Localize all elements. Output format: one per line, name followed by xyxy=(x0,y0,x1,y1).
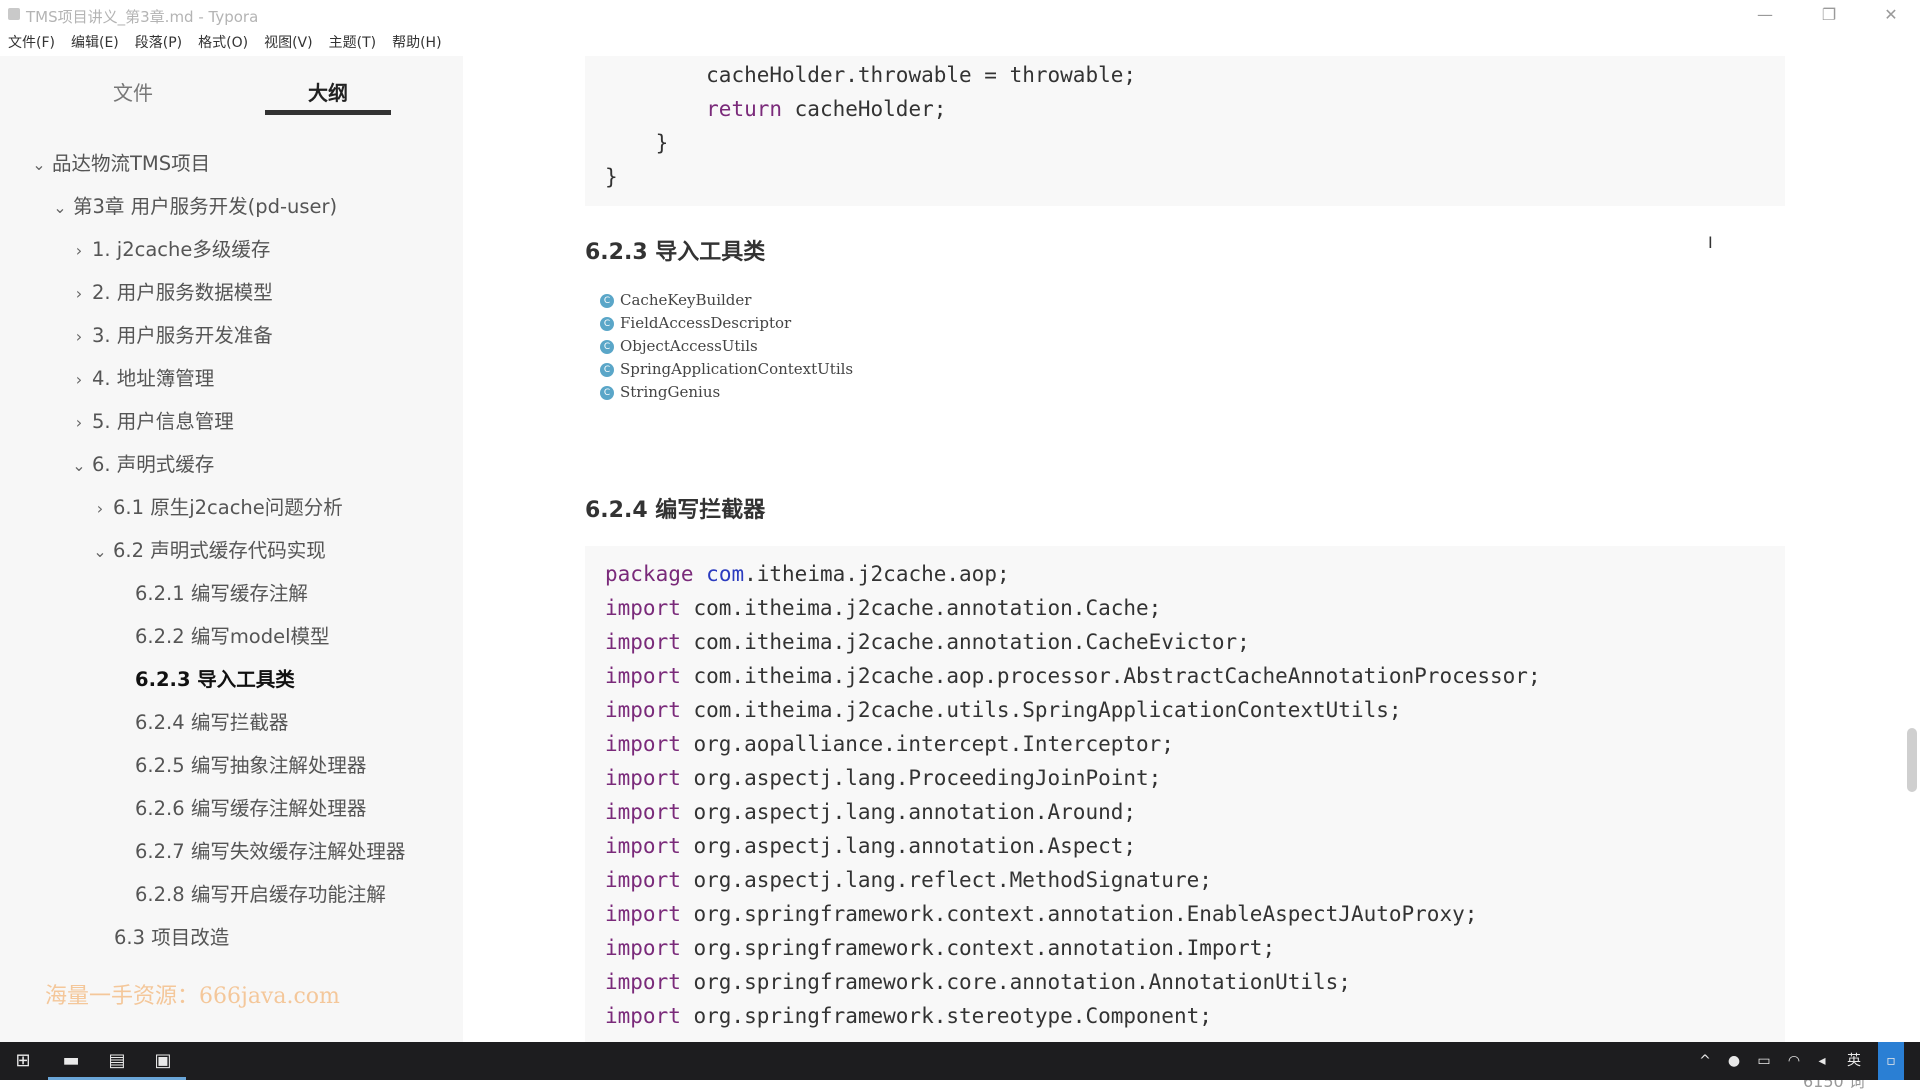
chevron-right-icon[interactable]: › xyxy=(70,403,88,443)
watermark-text: 海量一手资源：666java.com xyxy=(45,984,340,1009)
list-item: C FieldAccessDescriptor xyxy=(600,312,853,335)
outline-item[interactable]: › 2. 用户服务数据模型 xyxy=(70,273,273,313)
chevron-down-icon[interactable]: ⌄ xyxy=(70,446,88,486)
title-bar: TMS项目讲义_第3章.md - Typora — ❐ ✕ xyxy=(0,0,1920,30)
notes-icon[interactable]: ▤ xyxy=(94,1042,140,1080)
code-line: import org.springframework.context.annot… xyxy=(605,936,1276,960)
ime-indicator[interactable]: 英 xyxy=(1842,1042,1866,1080)
code-line: import com.itheima.j2cache.aop.processor… xyxy=(605,664,1541,688)
outline-item[interactable]: ⌄ 6. 声明式缓存 xyxy=(70,445,214,485)
chevron-right-icon[interactable]: › xyxy=(70,274,88,314)
list-item: C CacheKeyBuilder xyxy=(600,289,853,312)
window-title: TMS项目讲义_第3章.md - Typora xyxy=(26,8,259,26)
windows-start-icon[interactable]: ⊞ xyxy=(0,1042,46,1080)
code-line: import org.springframework.core.annotati… xyxy=(605,970,1351,994)
code-line: import org.aspectj.lang.reflect.MethodSi… xyxy=(605,868,1212,892)
outline-item[interactable]: ⌄ 6.2 声明式缓存代码实现 xyxy=(91,531,325,572)
java-class-icon: C xyxy=(600,340,614,354)
intellij-icon[interactable]: ▣ xyxy=(140,1042,186,1080)
code-line: import org.springframework.stereotype.Co… xyxy=(605,1004,1212,1028)
text-cursor-icon: I xyxy=(1708,233,1713,252)
chevron-right-icon[interactable]: › xyxy=(70,231,88,271)
code-line: import org.springframework.context.annot… xyxy=(605,902,1478,926)
code-line: import com.itheima.j2cache.annotation.Ca… xyxy=(605,630,1250,654)
notification-icon[interactable]: ▫ xyxy=(1878,1042,1904,1080)
outline-item[interactable]: › 6.1 原生j2cache问题分析 xyxy=(91,488,343,528)
code-line: import org.aspectj.lang.annotation.Aroun… xyxy=(605,800,1137,824)
tray-chevron-icon[interactable]: ^ xyxy=(1690,1042,1720,1080)
menu-bar: 文件(F) 编辑(E) 段落(P) 格式(O) 视图(V) 主题(T) 帮助(H… xyxy=(0,30,450,56)
java-class-icon: C xyxy=(600,386,614,400)
heading-623: 6.2.3 导入工具类 xyxy=(585,240,766,265)
outline-item[interactable]: 6.2.2 编写model模型 xyxy=(135,617,330,657)
taskbar: ⊞ ▬ ▤ ▣ ^ ● ▭ ◠ ◂ 英 ▫ xyxy=(0,1042,1920,1080)
code-line: import com.itheima.j2cache.utils.SpringA… xyxy=(605,698,1402,722)
tray-battery-icon[interactable]: ▭ xyxy=(1752,1042,1776,1080)
menu-view[interactable]: 视图(V) xyxy=(256,30,321,56)
outline-item[interactable]: 6.2.4 编写拦截器 xyxy=(135,703,288,743)
list-item: C StringGenius xyxy=(600,381,853,404)
chevron-down-icon[interactable]: ⌄ xyxy=(51,188,69,228)
sidebar-tabs: 文件 大纲 xyxy=(0,76,463,120)
code-line: package com.itheima.j2cache.aop; xyxy=(605,562,1010,586)
chevron-right-icon[interactable]: › xyxy=(70,360,88,400)
outline-item[interactable]: 6.2.5 编写抽象注解处理器 xyxy=(135,746,366,786)
sidebar: 文件 大纲 ⌄ 品达物流TMS项目 ⌄ 第3章 用户服务开发(pd-user) › 1… xyxy=(0,56,548,1081)
minimize-button[interactable]: — xyxy=(1742,0,1788,30)
outline-item[interactable]: 6.2.7 编写失效缓存注解处理器 xyxy=(135,832,405,872)
java-class-icon: C xyxy=(600,363,614,377)
outline-item[interactable]: › 4. 地址簿管理 xyxy=(70,359,215,400)
tray-mic-icon[interactable]: ● xyxy=(1722,1042,1746,1080)
outline-item-active[interactable]: 6.2.3 导入工具类 xyxy=(135,660,295,700)
code-line: } xyxy=(605,165,618,189)
menu-file[interactable]: 文件(F) xyxy=(0,30,63,56)
menu-edit[interactable]: 编辑(E) xyxy=(63,30,127,56)
tab-files[interactable]: 文件 xyxy=(70,76,196,110)
outline-item[interactable]: ⌄ 品达物流TMS项目 xyxy=(30,144,210,184)
code-line: cacheHolder.throwable = throwable; xyxy=(706,63,1137,87)
code-block[interactable]: package com.itheima.j2cache.aop; import … xyxy=(585,546,1785,1057)
close-button[interactable]: ✕ xyxy=(1868,0,1914,30)
code-line: return cacheHolder; xyxy=(706,97,947,121)
code-line: } xyxy=(655,131,669,155)
outline-item[interactable]: 6.2.1 编写缓存注解 xyxy=(135,574,308,614)
list-item: C ObjectAccessUtils xyxy=(600,335,853,358)
outline-item[interactable]: 6.3 项目改造 xyxy=(114,918,229,958)
outline-item[interactable]: › 3. 用户服务开发准备 xyxy=(70,316,273,356)
chevron-down-icon[interactable]: ⌄ xyxy=(91,532,109,572)
outline-item[interactable]: › 1. j2cache多级缓存 xyxy=(70,230,271,271)
class-file-list: C CacheKeyBuilder C FieldAccessDescriptor … xyxy=(600,289,853,404)
java-class-icon: C xyxy=(600,317,614,331)
vertical-scrollbar[interactable] xyxy=(1907,728,1917,792)
tab-outline[interactable]: 大纲 xyxy=(265,76,391,115)
code-block[interactable]: cacheHolder.throwable = throwable; retur… xyxy=(585,56,1785,206)
chevron-right-icon[interactable]: › xyxy=(91,489,109,529)
code-line: import org.aspectj.lang.ProceedingJoinPo… xyxy=(605,766,1162,790)
typora-app-icon xyxy=(8,8,20,20)
heading-624: 6.2.4 编写拦截器 xyxy=(585,498,766,523)
code-line: import org.aopalliance.intercept.Interce… xyxy=(605,732,1174,756)
outline-item[interactable]: ⌄ 第3章 用户服务开发(pd-user) xyxy=(51,187,337,227)
code-line: import org.aspectj.lang.annotation.Aspec… xyxy=(605,834,1137,858)
outline-item[interactable]: 6.2.8 编写开启缓存功能注解 xyxy=(135,875,386,915)
maximize-button[interactable]: ❐ xyxy=(1806,0,1852,30)
menu-format[interactable]: 格式(O) xyxy=(190,30,256,56)
chevron-down-icon[interactable]: ⌄ xyxy=(30,145,48,185)
menu-theme[interactable]: 主题(T) xyxy=(321,30,384,56)
outline-item[interactable]: › 5. 用户信息管理 xyxy=(70,402,234,442)
menu-paragraph[interactable]: 段落(P) xyxy=(127,30,190,56)
java-class-icon: C xyxy=(600,294,614,308)
menu-help[interactable]: 帮助(H) xyxy=(384,30,449,56)
code-line: import com.itheima.j2cache.annotation.Ca… xyxy=(605,596,1162,620)
editor-pane[interactable]: cacheHolder.throwable = throwable; retur… xyxy=(463,56,1920,1091)
outline-item[interactable]: 6.2.6 编写缓存注解处理器 xyxy=(135,789,366,829)
file-explorer-icon[interactable]: ▬ xyxy=(48,1042,94,1080)
chevron-right-icon[interactable]: › xyxy=(70,317,88,357)
list-item: C SpringApplicationContextUtils xyxy=(600,358,853,381)
tray-volume-icon[interactable]: ◂ xyxy=(1810,1042,1834,1080)
tray-network-icon[interactable]: ◠ xyxy=(1782,1042,1806,1080)
